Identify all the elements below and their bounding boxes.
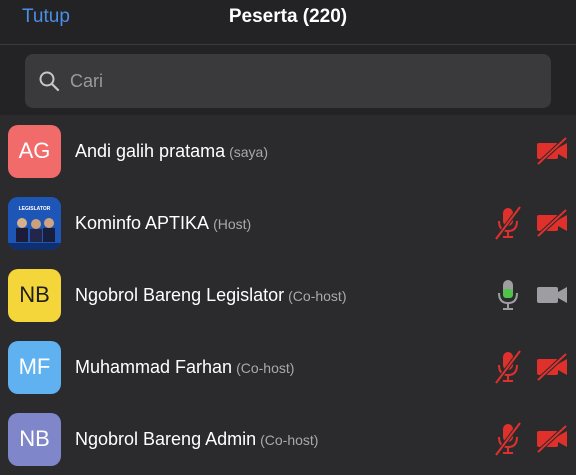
video-off-icon[interactable] xyxy=(535,424,569,454)
avatar-initials: MF xyxy=(18,354,51,379)
participant-row[interactable]: LEGISLATOR Kominfo APTIKA (Host) xyxy=(0,187,576,259)
poster-thumbnail: LEGISLATOR xyxy=(8,196,61,250)
participant-name-wrap: Ngobrol Bareng Legislator (Co-host) xyxy=(75,285,347,306)
participant-role: (Co-host) xyxy=(260,431,319,448)
participant-row[interactable]: AG Andi galih pratama (saya) xyxy=(0,115,576,187)
participant-row[interactable]: NB Ngobrol Bareng Legislator (Co-host) xyxy=(0,259,576,331)
video-off-icon[interactable] xyxy=(535,352,569,382)
avatar-initials: NB xyxy=(19,426,50,451)
participant-name-wrap: Andi galih pratama (saya) xyxy=(75,141,268,162)
participant-role: (saya) xyxy=(229,143,268,160)
avatar: NB xyxy=(8,412,61,466)
participant-row[interactable]: NB Ngobrol Bareng Admin (Co-host) xyxy=(0,403,576,475)
participant-role: (Host) xyxy=(213,215,252,232)
participant-list: AG Andi galih pratama(saya) LEGISLATOR xyxy=(0,115,576,475)
search-box[interactable] xyxy=(25,54,551,108)
participant-row[interactable]: MF Muhammad Farhan (Co-host) xyxy=(0,331,576,403)
search-icon xyxy=(38,70,60,92)
mic-muted-icon[interactable] xyxy=(494,350,522,384)
page-title: Peserta (220) xyxy=(228,6,348,27)
mic-muted-icon[interactable] xyxy=(494,206,522,240)
participant-role: (Co-host) xyxy=(236,359,295,376)
svg-text:LEGISLATOR: LEGISLATOR xyxy=(19,206,51,212)
participant-name: Muhammad Farhan xyxy=(75,356,233,377)
participant-name: Kominfo APTIKA xyxy=(75,212,210,233)
video-off-icon[interactable] xyxy=(535,136,569,166)
participant-name: Andi galih pratama xyxy=(75,140,226,161)
avatar: MF xyxy=(8,340,61,394)
avatar: AG xyxy=(8,124,61,178)
search-input[interactable] xyxy=(70,70,490,92)
video-icon[interactable] xyxy=(535,280,569,310)
participant-name-wrap: Muhammad Farhan (Co-host) xyxy=(75,357,294,378)
avatar-initials: AG xyxy=(18,138,51,163)
participant-name: Ngobrol Bareng Admin xyxy=(75,428,257,449)
participant-name-wrap: Ngobrol Bareng Admin (Co-host) xyxy=(75,429,318,450)
avatar: NB xyxy=(8,268,61,322)
participant-name-wrap: Kominfo APTIKA (Host) xyxy=(75,213,251,234)
mic-active-icon[interactable] xyxy=(494,278,522,312)
search-area xyxy=(0,45,576,115)
participants-screen: Tutup Peserta (220) AG Andi galih pratam… xyxy=(0,0,576,475)
avatar-initials: NB xyxy=(19,282,50,307)
participant-name: Ngobrol Bareng Legislator xyxy=(75,284,285,305)
header-bar: Tutup Peserta (220) xyxy=(0,0,576,45)
mic-muted-icon[interactable] xyxy=(494,422,522,456)
participant-role: (Co-host) xyxy=(288,287,347,304)
video-off-icon[interactable] xyxy=(535,208,569,238)
avatar: LEGISLATOR xyxy=(8,196,61,250)
